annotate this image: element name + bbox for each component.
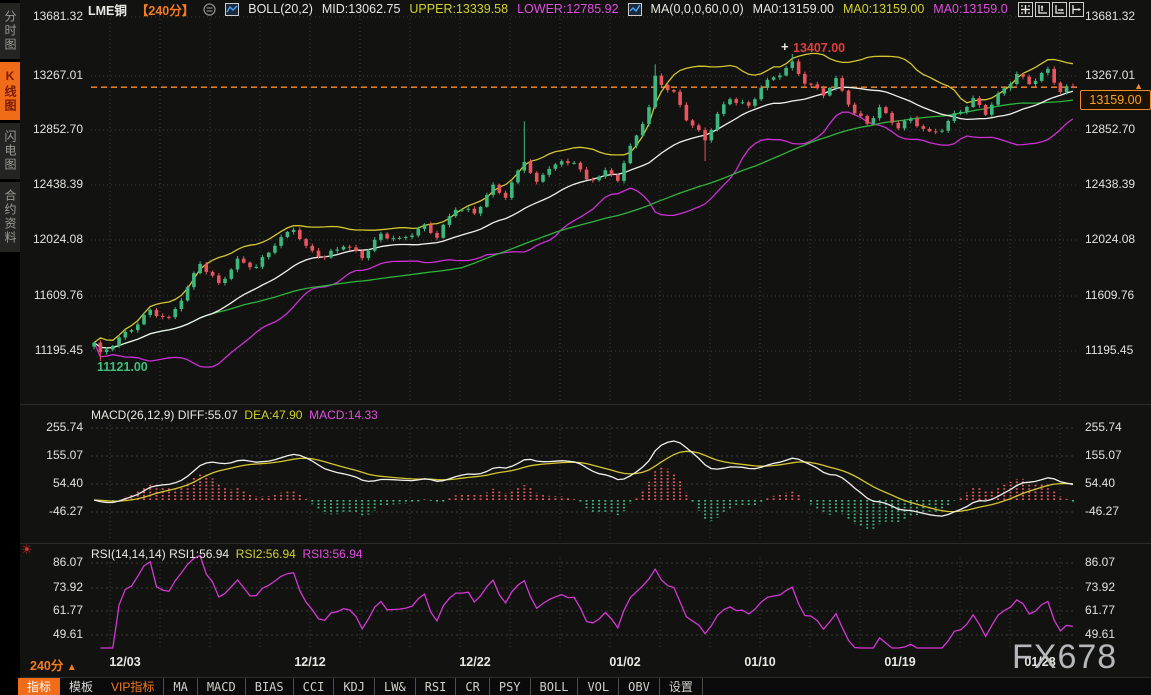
axis-label: 49.61 bbox=[52, 627, 83, 641]
high-cross-marker: + bbox=[781, 39, 789, 54]
indicator-button-cr[interactable]: CR bbox=[455, 678, 488, 695]
low-price-annotation: 11121.00 bbox=[97, 360, 148, 374]
axis-label: 54.40 bbox=[52, 476, 83, 490]
ma0-magenta-value: MA0:13159.0 bbox=[933, 2, 1008, 16]
zoom-in-axis-icon[interactable] bbox=[1035, 2, 1050, 17]
axis-label: 255.74 bbox=[1085, 420, 1122, 434]
axis-label: 155.07 bbox=[1085, 448, 1122, 462]
boll-indicator-icon[interactable] bbox=[225, 2, 240, 16]
axis-label: 12438.39 bbox=[32, 177, 83, 191]
indicator-button-macd[interactable]: MACD bbox=[196, 678, 245, 695]
indicator-toolbar: 指标 模板 VIP指标 MA MACD BIAS CCI KDJ LW& RSI CR PSY BOLL… bbox=[18, 678, 1151, 695]
toolbar-tab-2[interactable]: VIP指标 bbox=[102, 678, 163, 695]
axis-label: 13681.32 bbox=[32, 9, 83, 23]
axis-label: 73.92 bbox=[1085, 580, 1116, 594]
toolbar-tab-1[interactable]: 模板 bbox=[60, 678, 102, 695]
ma-indicator-icon[interactable] bbox=[627, 2, 642, 16]
rsi-pane-header: RSI(14,14,14) RSI1:56.94 RSI2:56.94 RSI3… bbox=[91, 547, 363, 561]
rsi1-value: RSI1:56.94 bbox=[169, 547, 230, 561]
indicator-button-[interactable]: 设置 bbox=[658, 678, 703, 695]
date-tick-label: 12/22 bbox=[459, 655, 491, 669]
axis-label: 255.74 bbox=[46, 420, 83, 434]
boll-lower-value: LOWER:12785.92 bbox=[517, 2, 619, 16]
last-price-value: 13159.00 bbox=[1089, 93, 1142, 107]
zoom-out-axis-icon[interactable] bbox=[1052, 2, 1067, 17]
rsi3-value: RSI3:56.94 bbox=[302, 547, 363, 561]
indicator-button-ma[interactable]: MA bbox=[163, 678, 196, 695]
indicator-button-rsi[interactable]: RSI bbox=[414, 678, 456, 695]
toolbar-tab-0[interactable]: 指标 bbox=[18, 678, 61, 695]
macd-value: MACD:14.33 bbox=[309, 408, 378, 422]
macd-title: MACD(26,12,9) bbox=[91, 408, 175, 422]
date-tick-label: 12/12 bbox=[294, 655, 326, 669]
axis-label: -46.27 bbox=[48, 504, 83, 518]
axis-label: -46.27 bbox=[1085, 504, 1120, 518]
date-tick-label: 01/10 bbox=[744, 655, 776, 669]
indicator-button-cci[interactable]: CCI bbox=[292, 678, 334, 695]
boll-label: BOLL(20,2) bbox=[248, 2, 313, 16]
date-tick-label: 01/19 bbox=[884, 655, 916, 669]
ma0-yellow-value: MA0:13159.00 bbox=[842, 2, 925, 16]
rsi-title: RSI(14,14,14) bbox=[91, 547, 166, 561]
rsi2-value: RSI2:56.94 bbox=[235, 547, 296, 561]
period-selector[interactable]: 240分 ▲ bbox=[30, 655, 77, 674]
macd-dea-value: DEA:47.90 bbox=[244, 408, 303, 422]
indicator-button-bias[interactable]: BIAS bbox=[244, 678, 293, 695]
axis-label: 13681.32 bbox=[1085, 9, 1136, 23]
date-tick-label: 12/03 bbox=[109, 655, 141, 669]
axis-label: 86.07 bbox=[1085, 555, 1116, 569]
axis-label: 11609.76 bbox=[33, 288, 83, 302]
indicator-button-kdj[interactable]: KDJ bbox=[333, 678, 374, 695]
axis-label: 13267.01 bbox=[32, 68, 83, 82]
boll-mid-value: MID:13062.75 bbox=[321, 2, 401, 16]
axis-label: 73.92 bbox=[52, 580, 83, 594]
symbol-name: LME铜 bbox=[88, 3, 127, 18]
axis-label: 61.77 bbox=[52, 603, 83, 617]
alert-sun-icon: ☀ bbox=[21, 542, 33, 557]
indicator-header: LME铜 【240分】 BOLL(20,2) MID:13062.75 UPPE… bbox=[88, 0, 1008, 18]
price-up-arrow-icon: ▲ bbox=[1134, 81, 1143, 91]
macd-pane-header: MACD(26,12,9) DIFF:55.07 DEA:47.90 MACD:… bbox=[91, 408, 378, 422]
chart-toolbuttons bbox=[1018, 2, 1084, 17]
ma0-white-value: MA0:13159.00 bbox=[752, 2, 834, 16]
indicator-button-psy[interactable]: PSY bbox=[488, 678, 530, 695]
time-axis: 240分 ▲ 12/03 12/12 12/22 01/02 01/10 01/19 01/… bbox=[20, 651, 1151, 677]
axis-label: 11195.45 bbox=[1085, 343, 1134, 357]
axis-label: 155.07 bbox=[46, 448, 83, 462]
period-badge[interactable]: 【240分】 bbox=[136, 0, 194, 19]
axis-label: 11195.45 bbox=[34, 343, 83, 357]
axis-label: 12438.39 bbox=[1085, 177, 1136, 191]
axis-label: 12852.70 bbox=[32, 122, 83, 136]
axis-label: 12024.08 bbox=[32, 232, 83, 246]
axis-label: 13267.01 bbox=[1085, 68, 1136, 82]
pane-divider bbox=[20, 404, 1151, 405]
axis-label: 12852.70 bbox=[1085, 122, 1136, 136]
session-icon[interactable] bbox=[203, 2, 216, 16]
pan-right-icon[interactable] bbox=[1069, 2, 1084, 17]
indicator-button-obv[interactable]: OBV bbox=[618, 678, 659, 695]
axis-label: 12024.08 bbox=[1085, 232, 1136, 246]
axis-label: 11609.76 bbox=[1085, 288, 1135, 302]
axis-label: 54.40 bbox=[1085, 476, 1116, 490]
ma-label: MA(0,0,0,60,0,0) bbox=[650, 2, 744, 16]
macd-diff-value: DIFF:55.07 bbox=[177, 408, 238, 422]
boll-upper-value: UPPER:13339.58 bbox=[409, 2, 509, 16]
crosshair-icon[interactable] bbox=[1018, 2, 1033, 17]
last-price-tag: ▲ 13159.00 bbox=[1080, 82, 1151, 110]
period-dropdown-arrow-icon: ▲ bbox=[66, 662, 77, 673]
axis-label: 61.77 bbox=[1085, 603, 1116, 617]
high-price-annotation: 13407.00 bbox=[793, 41, 846, 55]
indicator-button-lw[interactable]: LW& bbox=[374, 678, 415, 695]
axis-label: 86.07 bbox=[52, 555, 83, 569]
pane-divider bbox=[20, 543, 1151, 544]
date-tick-label: 01/02 bbox=[609, 655, 641, 669]
price-chart-canvas[interactable] bbox=[0, 0, 1151, 695]
indicator-button-boll[interactable]: BOLL bbox=[529, 678, 578, 695]
indicator-button-vol[interactable]: VOL bbox=[577, 678, 618, 695]
watermark: FX678 bbox=[1012, 638, 1118, 676]
